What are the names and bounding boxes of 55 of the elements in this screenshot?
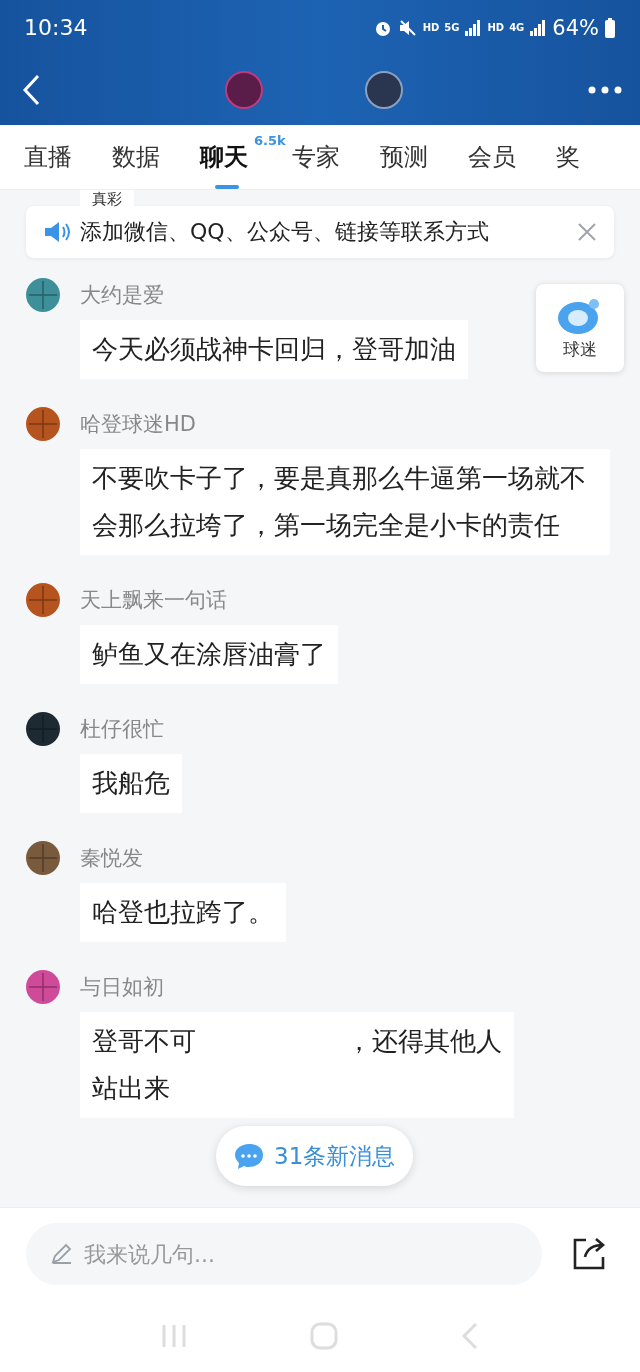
home-icon[interactable]: [309, 1321, 339, 1351]
tab[interactable]: 预测: [380, 141, 428, 173]
close-button[interactable]: [578, 223, 596, 241]
network-label: 5G: [444, 22, 460, 33]
team-logo-icon: [364, 70, 404, 110]
message-bubble: 真彩: [80, 190, 134, 207]
user-name: 与日如初: [80, 974, 164, 1001]
network-label: HD: [422, 22, 440, 33]
tab[interactable]: 专家: [292, 141, 340, 173]
message-text: ，还得其他人: [346, 1025, 502, 1058]
battery-percent: 64%: [552, 15, 599, 40]
back-button[interactable]: [22, 74, 40, 106]
avatar-icon: [26, 583, 60, 617]
message-text: 登哥不可: [92, 1025, 196, 1058]
recent-apps-icon[interactable]: [160, 1323, 189, 1349]
user-name: 大约是爱: [80, 282, 164, 309]
avatar-icon: [26, 278, 60, 312]
message-text: 不要吹卡子了，要是真那么牛逼第一场就不会那么拉垮了，第一场完全是小卡的责任: [80, 449, 610, 555]
comment-field[interactable]: 我来说几句...: [26, 1223, 542, 1285]
tab-indicator: [215, 185, 239, 189]
more-button[interactable]: [588, 86, 622, 94]
pencil-icon: [50, 1242, 74, 1266]
chat-bubble-icon: [234, 1142, 264, 1170]
speaker-icon: [44, 220, 72, 244]
fan-button[interactable]: 球迷: [536, 284, 624, 372]
user-name: 天上飘来一句话: [80, 587, 227, 614]
avatar-icon: [26, 970, 60, 1004]
signal-icon: [529, 19, 548, 36]
user-name: 哈登球迷HD: [80, 411, 196, 438]
status-time: 10:34: [24, 15, 88, 40]
count-label: 6.5k: [254, 133, 286, 148]
tab[interactable]: 直播: [24, 141, 72, 173]
tab[interactable]: 会员: [468, 141, 516, 173]
signal-icon: [464, 19, 483, 36]
message-text: 我船危: [80, 754, 182, 813]
network-label: 4G: [509, 22, 525, 33]
tab[interactable]: 奖: [556, 141, 580, 173]
user-name: 杜仔很忙: [80, 716, 164, 743]
network-label: HD: [487, 22, 505, 33]
avatar-icon: [26, 841, 60, 875]
mute-icon: [397, 17, 418, 38]
message-text: 鲈鱼又在涂唇油膏了: [80, 625, 338, 684]
share-button[interactable]: [572, 1237, 606, 1271]
notice-text: 添加微信、QQ、公众号、链接等联系方式: [80, 218, 490, 246]
tab[interactable]: 聊天: [200, 141, 248, 173]
back-icon[interactable]: [459, 1321, 480, 1351]
battery-icon: [604, 17, 616, 38]
avatar-icon: [26, 407, 60, 441]
team-logo-icon: [224, 70, 264, 110]
tab[interactable]: 数据: [112, 141, 160, 173]
user-name: 秦悦发: [80, 845, 143, 872]
avatar-icon: [26, 712, 60, 746]
message-text: 今天必须战神卡回归，登哥加油: [80, 320, 468, 379]
message-text: 站出来: [92, 1073, 170, 1103]
message-text: 哈登也拉跨了。: [80, 883, 286, 942]
